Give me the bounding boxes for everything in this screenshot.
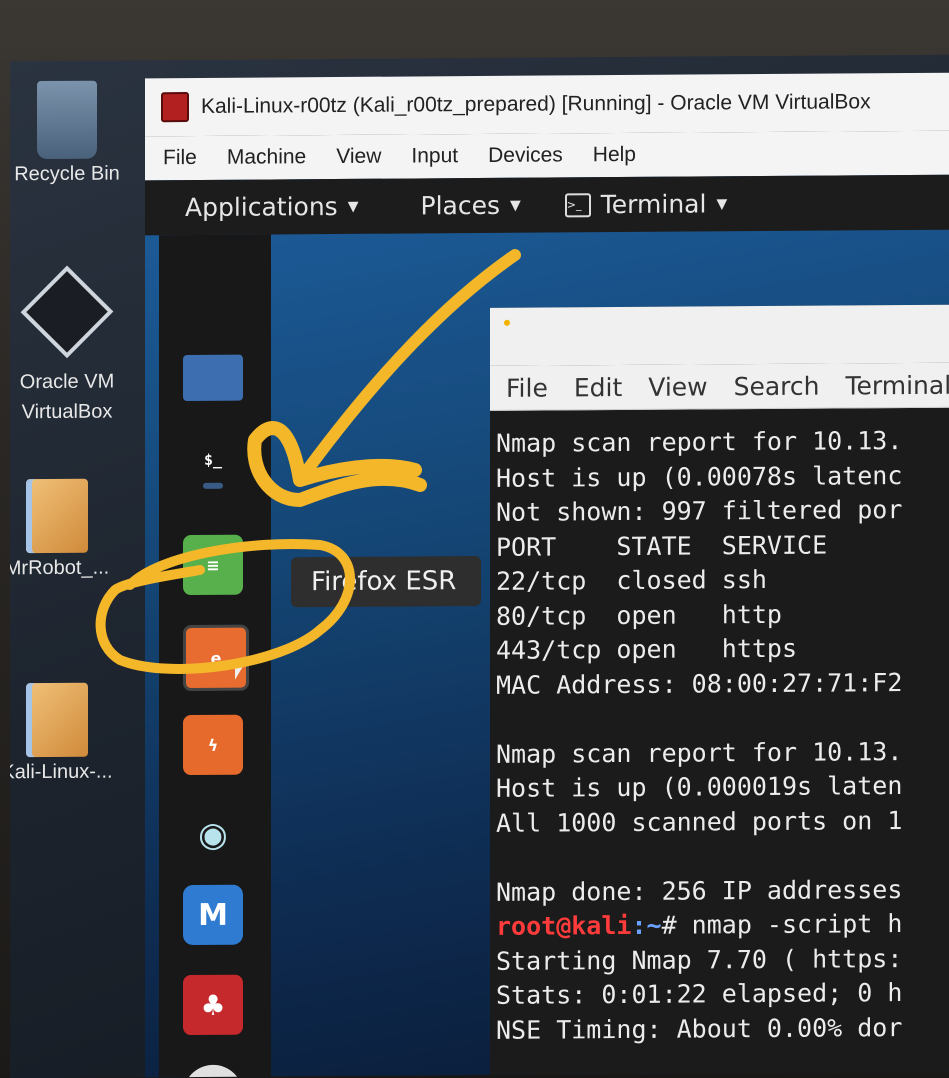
terminal-line: 80/tcp open http xyxy=(496,599,782,631)
terminal-line: 22/tcp closed ssh xyxy=(496,564,767,596)
desktop-icon-mrrobot[interactable]: MrRobot_... xyxy=(10,478,122,583)
caret-down-icon: ▼ xyxy=(510,197,521,214)
desktop-screen: Recycle Bin Oracle VM VirtualBox MrRobot… xyxy=(10,54,949,1078)
desktop-icon-label: MrRobot_... xyxy=(10,556,110,580)
desktop-icon-label: Oracle VM VirtualBox xyxy=(19,370,115,424)
desktop-icon-recycle-bin[interactable]: Recycle Bin xyxy=(10,80,132,189)
desktop-icon-label: Kali-Linux-... xyxy=(10,760,113,784)
recycle-bin-icon xyxy=(37,80,97,160)
terminal-line: All 1000 scanned ports on 1 xyxy=(496,805,903,838)
file-icon xyxy=(26,682,88,758)
virtualbox-icon xyxy=(20,265,114,359)
terminal-line: Nmap scan report for 10.13. xyxy=(496,426,903,458)
eye-icon[interactable]: ◉ xyxy=(183,805,243,865)
app-icon[interactable] xyxy=(183,1064,243,1078)
terminal-app-menu[interactable]: >_ Terminal ▼ xyxy=(564,189,728,220)
terminal-menu-edit[interactable]: Edit xyxy=(574,373,622,402)
terminal-menubar: File Edit View Search Terminal xyxy=(490,362,949,411)
firefox-tooltip: Firefox ESR xyxy=(291,555,481,608)
kali-dock: $_ ≡ e ϟ ◉ M ♣ xyxy=(159,234,271,1078)
prompt-user: root@kali xyxy=(496,910,632,941)
terminal-icon[interactable]: $_ xyxy=(183,430,243,490)
file-icon xyxy=(26,478,88,554)
terminal-line: PORT STATE SERVICE xyxy=(496,530,828,562)
terminal-prompt-line: root@kali:~# nmap -script h xyxy=(496,907,949,945)
notes-icon[interactable]: ≡ xyxy=(183,534,243,596)
kali-top-bar: Applications ▼ Places ▼ >_ Terminal ▼ xyxy=(145,174,949,236)
terminal-label: Terminal xyxy=(600,189,707,220)
terminal-line: 443/tcp open https xyxy=(496,633,798,665)
virtualbox-menubar: File Machine View Input Devices Help xyxy=(145,130,949,182)
desktop-icon-kali-linux[interactable]: Kali-Linux-... xyxy=(10,682,122,787)
menu-machine[interactable]: Machine xyxy=(227,145,306,170)
prompt-path: :~ xyxy=(631,910,662,940)
terminal-line: Starting Nmap 7.70 ( https: xyxy=(496,943,903,976)
terminal-menu-file[interactable]: File xyxy=(506,373,548,402)
places-menu[interactable]: Places ▼ xyxy=(421,191,521,221)
caret-down-icon: ▼ xyxy=(716,195,728,212)
terminal-output[interactable]: Nmap scan report for 10.13. Host is up (0… xyxy=(490,408,949,1048)
terminal-line: Host is up (0.000019s laten xyxy=(496,771,903,803)
terminal-line: Stats: 0:01:22 elapsed; 0 h xyxy=(496,978,903,1010)
menu-input[interactable]: Input xyxy=(411,144,458,168)
dock-indicator xyxy=(203,482,223,489)
menu-help[interactable]: Help xyxy=(593,143,636,167)
applications-label: Applications xyxy=(185,191,338,223)
terminal-icon: >_ xyxy=(564,192,591,217)
menu-view[interactable]: View xyxy=(336,145,381,169)
window-dot-icon xyxy=(504,319,510,326)
prompt-command: # nmap -script h xyxy=(661,909,903,940)
terminal-line: Not shown: 997 filtered por xyxy=(496,495,903,527)
burpsuite-icon[interactable]: ϟ xyxy=(183,714,243,776)
desktop-icon-virtualbox[interactable]: Oracle VM VirtualBox xyxy=(10,265,132,427)
terminal-titlebar[interactable] xyxy=(490,304,949,366)
terminal-line: NSE Timing: About 0.00% dor xyxy=(496,1012,903,1045)
terminal-menu-view[interactable]: View xyxy=(648,372,707,401)
terminal-line: MAC Address: 08:00:27:71:F2 xyxy=(496,667,903,700)
virtualbox-app-icon xyxy=(161,92,189,123)
terminal-line: Host is up (0.00078s latenc xyxy=(496,460,903,493)
menu-devices[interactable]: Devices xyxy=(488,143,563,168)
kali-guest-screen: Applications ▼ Places ▼ >_ Terminal ▼ $_… xyxy=(145,174,949,1078)
desktop-icon-label: Recycle Bin xyxy=(14,162,120,186)
window-title: Kali-Linux-r00tz (Kali_r00tz_prepared) [… xyxy=(201,90,871,118)
terminal-menu-search[interactable]: Search xyxy=(734,371,820,401)
terminal-line: Nmap scan report for 10.13. xyxy=(496,736,903,769)
cherrytree-icon[interactable]: ♣ xyxy=(183,974,243,1036)
caret-down-icon: ▼ xyxy=(347,198,359,215)
terminal-line: Nmap done: 256 IP addresses xyxy=(496,874,903,907)
metasploit-icon[interactable]: M xyxy=(183,884,243,946)
terminal-window[interactable]: File Edit View Search Terminal Nmap scan… xyxy=(490,304,949,1078)
terminal-menu-terminal[interactable]: Terminal xyxy=(845,370,949,400)
virtualbox-window: Kali-Linux-r00tz (Kali_r00tz_prepared) [… xyxy=(145,72,949,1078)
folder-icon[interactable] xyxy=(183,354,243,402)
virtualbox-titlebar[interactable]: Kali-Linux-r00tz (Kali_r00tz_prepared) [… xyxy=(145,72,949,137)
firefox-icon[interactable]: e xyxy=(183,624,249,692)
places-label: Places xyxy=(420,190,501,221)
menu-file[interactable]: File xyxy=(163,146,197,170)
applications-menu[interactable]: Applications ▼ xyxy=(185,192,359,222)
mouse-cursor-icon xyxy=(235,659,247,680)
